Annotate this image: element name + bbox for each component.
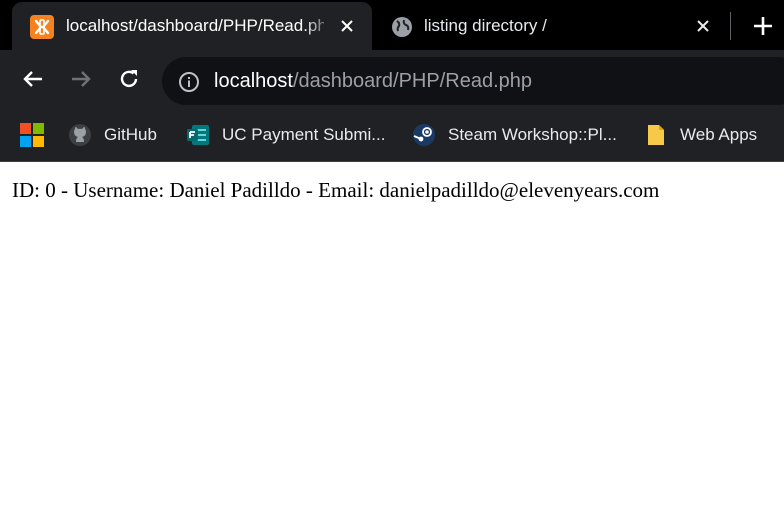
- bookmark-github[interactable]: GitHub: [68, 121, 157, 149]
- back-button[interactable]: [17, 63, 49, 95]
- site-info-icon[interactable]: [178, 71, 200, 93]
- forward-button[interactable]: [65, 63, 97, 95]
- bookmark-label: Web Apps: [680, 125, 758, 144]
- bookmark-microsoft[interactable]: [20, 121, 56, 149]
- github-icon: [68, 123, 92, 147]
- bookmark-label: GitHub: [104, 125, 157, 144]
- close-tab-icon[interactable]: [692, 15, 714, 37]
- close-tab-icon[interactable]: [336, 15, 358, 37]
- tab-strip: localhost/dashboard/PHP/Read.php listing…: [0, 0, 784, 50]
- steam-icon: [412, 123, 436, 147]
- plus-icon: [754, 17, 772, 35]
- page-content: ID: 0 - Username: Daniel Padilldo - Emai…: [0, 163, 784, 506]
- bookmark-steam-workshop[interactable]: Steam Workshop::Pl...: [412, 121, 617, 149]
- back-arrow-icon: [23, 71, 42, 87]
- bookmark-label: Steam Workshop::Pl...: [448, 125, 617, 144]
- user-record-text: ID: 0 - Username: Daniel Padilldo - Emai…: [12, 178, 660, 202]
- microsoft-apps-icon: [20, 123, 44, 147]
- bookmark-label: UC Payment Submi...: [222, 125, 386, 144]
- forms-icon: [186, 123, 210, 147]
- address-bar[interactable]: localhost/dashboard/PHP/Read.php: [162, 57, 784, 105]
- bookmark-uc-payment[interactable]: UC Payment Submi...: [186, 121, 385, 149]
- tab-read-php[interactable]: localhost/dashboard/PHP/Read.php: [12, 2, 372, 50]
- tab-title: localhost/dashboard/PHP/Read.php: [66, 16, 324, 35]
- url-text: localhost/dashboard/PHP/Read.php: [214, 69, 532, 93]
- folder-icon: [644, 123, 668, 147]
- bookmark-web-apps[interactable]: Web Apps: [644, 121, 757, 149]
- tab-title: listing directory /: [424, 16, 547, 35]
- globe-icon: [390, 15, 414, 39]
- reload-button[interactable]: [113, 63, 145, 95]
- new-tab-button[interactable]: [748, 12, 778, 40]
- reload-icon: [120, 70, 138, 88]
- browser-toolbar: localhost/dashboard/PHP/Read.php: [0, 50, 784, 108]
- url-host: localhost: [214, 70, 293, 92]
- tab-listing-directory[interactable]: listing directory /: [376, 2, 728, 50]
- xampp-icon: [30, 15, 54, 39]
- forward-arrow-icon: [72, 71, 91, 87]
- tab-title-fade: [304, 10, 334, 42]
- bookmarks-bar: GitHub UC Payment Submi... Steam Worksho…: [0, 108, 784, 162]
- url-path: /dashboard/PHP/Read.php: [292, 70, 532, 92]
- tab-separator: [730, 12, 731, 40]
